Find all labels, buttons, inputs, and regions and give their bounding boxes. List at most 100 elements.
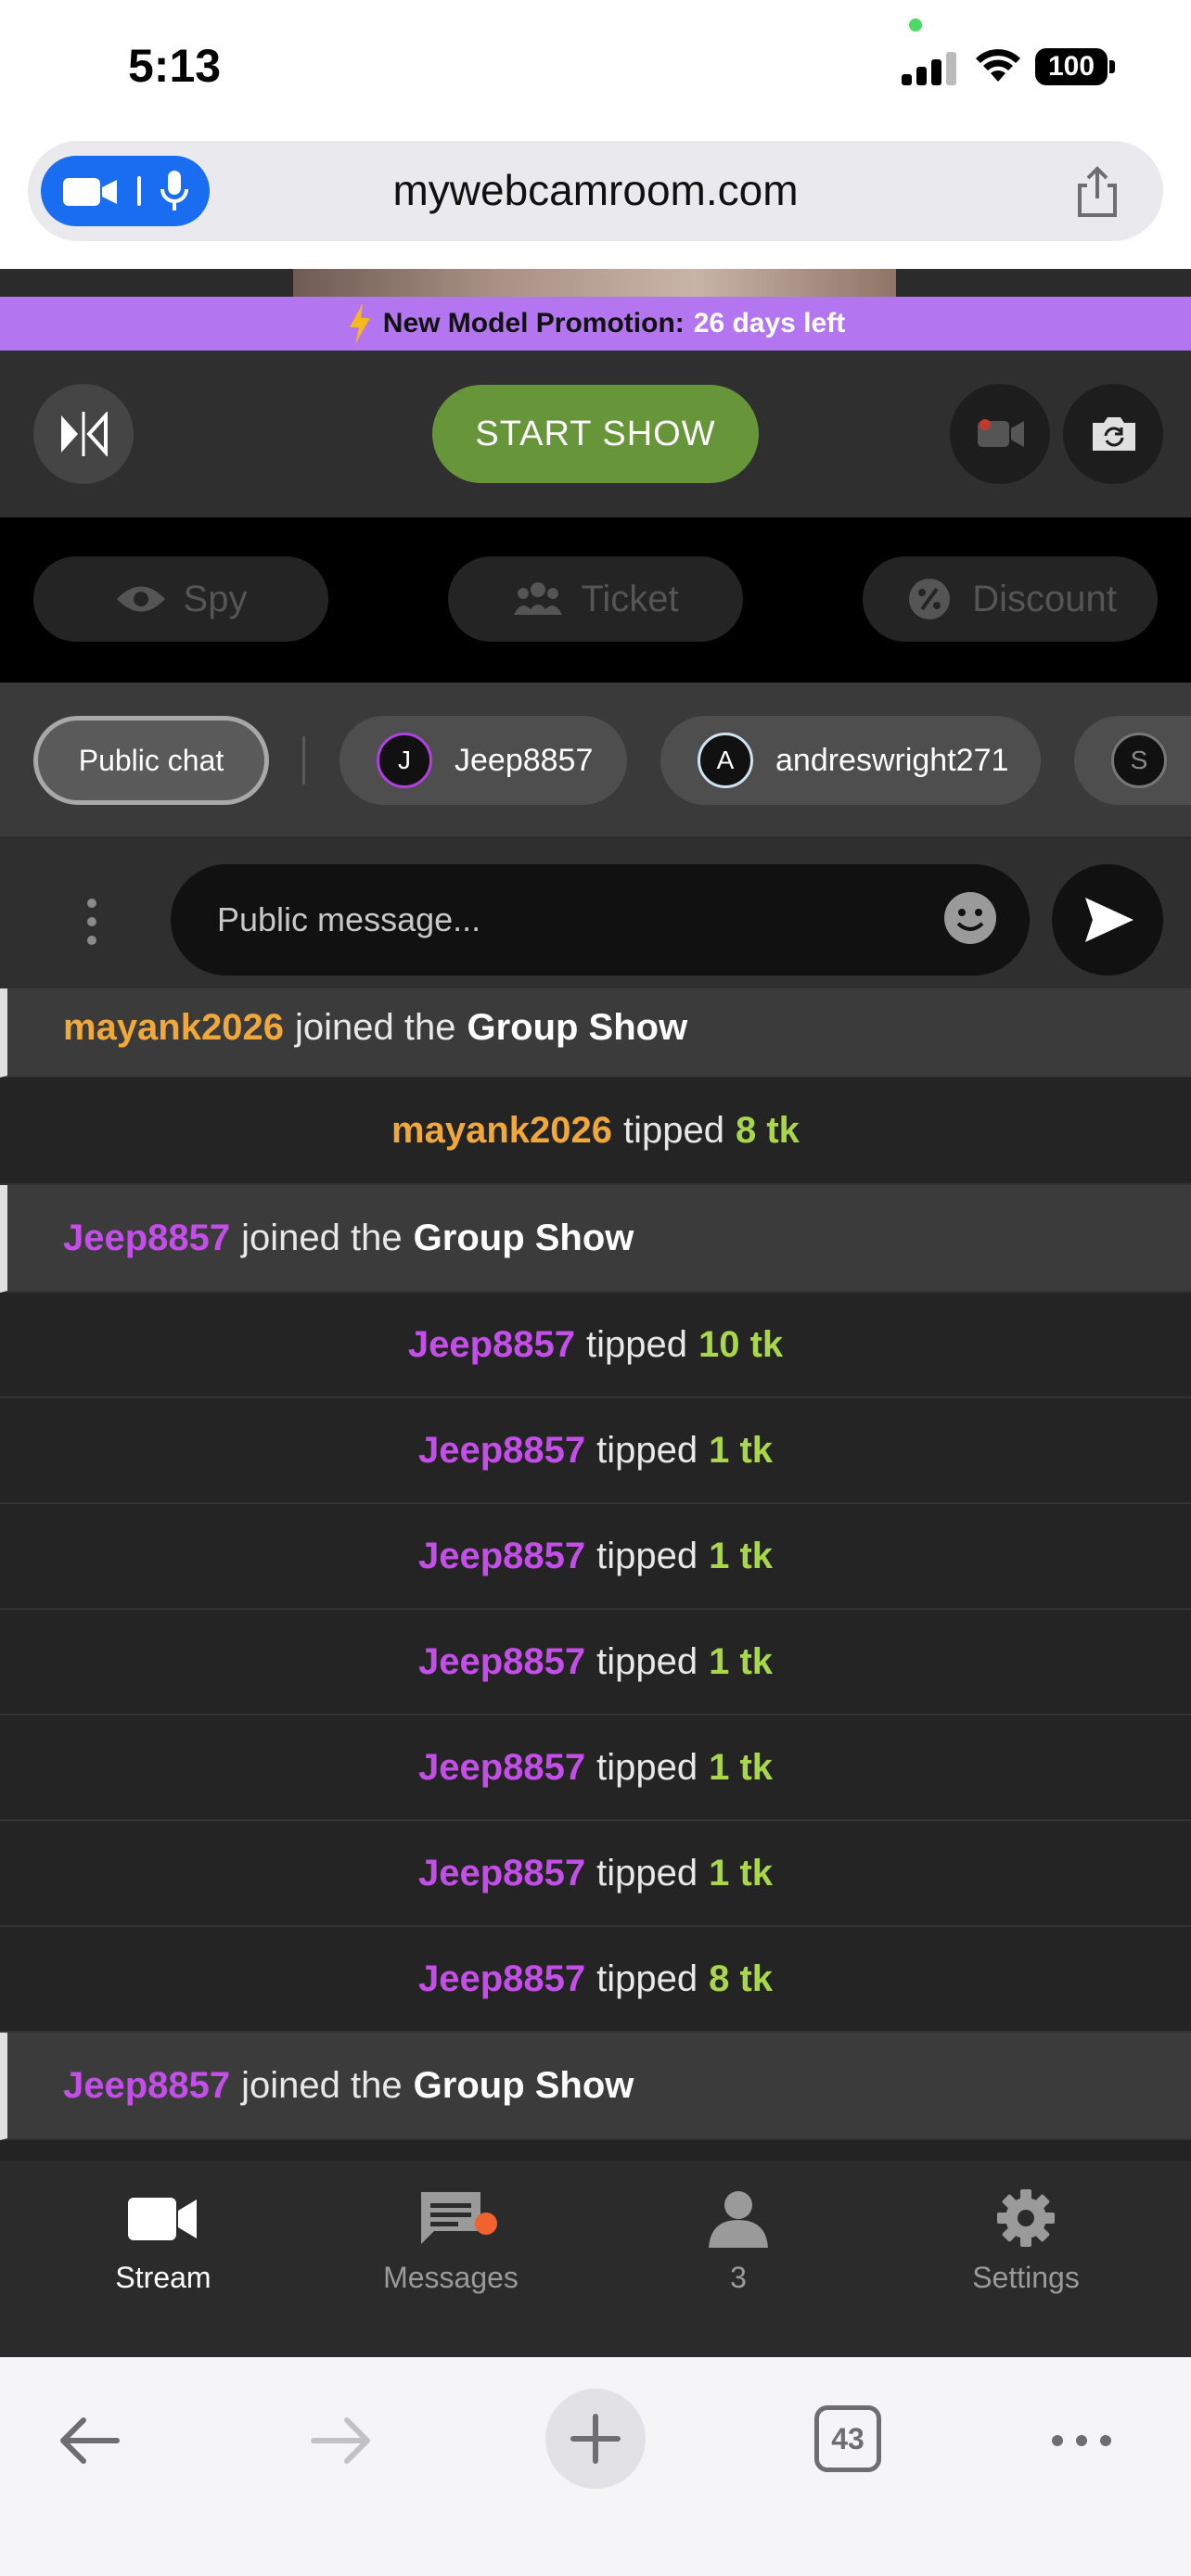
broadcast-controls: START SHOW — [0, 351, 1191, 517]
camera-in-use-indicator — [909, 19, 922, 32]
message-action: tipped — [596, 1535, 698, 1576]
tip-amount: 10 tk — [698, 1323, 784, 1365]
new-tab-button[interactable] — [545, 2389, 646, 2489]
video-camera-off-icon — [978, 419, 1024, 447]
discount-label: Discount — [972, 578, 1117, 619]
message-username[interactable]: Jeep8857 — [418, 1747, 585, 1789]
plus-icon — [570, 2414, 621, 2464]
message-username[interactable]: mayank2026 — [391, 1110, 612, 1152]
message-username[interactable]: Jeep8857 — [418, 1641, 585, 1683]
tip-message: Jeep8857 tipped 1 tk — [0, 1504, 1191, 1610]
message-action: tipped — [596, 1746, 698, 1788]
nav-settings-label: Settings — [972, 2261, 1080, 2294]
nav-settings[interactable]: Settings — [887, 2188, 1165, 2327]
message-action: joined the — [241, 1217, 403, 1258]
message-username[interactable]: Jeep8857 — [418, 1853, 585, 1894]
avatar: S — [1111, 733, 1167, 788]
message-username[interactable]: Jeep8857 — [418, 1430, 585, 1472]
mirror-button[interactable] — [33, 384, 134, 484]
avatar: A — [698, 733, 753, 788]
tip-message: Jeep8857 tipped 10 tk — [0, 1293, 1191, 1398]
promo-label: New Model Promotion: — [382, 308, 685, 338]
forward-icon[interactable] — [304, 2404, 378, 2478]
promo-days-left: 26 days left — [693, 308, 846, 338]
message-action: tipped — [596, 1640, 698, 1682]
tip-amount: 1 tk — [709, 1429, 774, 1471]
spy-label: Spy — [183, 578, 248, 619]
status-bar: 5:13 100 — [0, 0, 1191, 130]
join-message: Jeep8857 joined the Group Show — [0, 2033, 1191, 2140]
nav-viewers[interactable]: 3 — [599, 2188, 877, 2327]
eye-icon — [116, 586, 165, 612]
address-bar[interactable]: mywebcamroom.com — [28, 141, 1163, 241]
message-username[interactable]: Jeep8857 — [418, 1536, 585, 1577]
nav-viewers-count: 3 — [730, 2261, 747, 2294]
send-icon — [1085, 898, 1133, 942]
message-username[interactable]: Jeep8857 — [63, 1218, 230, 1259]
emoji-icon[interactable] — [942, 890, 998, 946]
status-time: 5:13 — [128, 40, 222, 92]
tip-message: Jeep8857 tipped 1 tk — [0, 1398, 1191, 1504]
message-target: Group Show — [413, 1217, 634, 1258]
discount-mode-button[interactable]: Discount — [863, 556, 1158, 642]
switch-camera-button[interactable] — [1063, 384, 1163, 484]
show-mode-row: Spy Ticket Discount — [0, 517, 1191, 682]
spy-mode-button[interactable]: Spy — [33, 556, 328, 642]
cellular-signal-icon — [902, 48, 959, 85]
message-action: tipped — [596, 1429, 698, 1471]
message-username[interactable]: Jeep8857 — [408, 1324, 575, 1366]
video-camera-icon — [128, 2198, 197, 2240]
message-username[interactable]: mayank2026 — [63, 1007, 284, 1049]
wifi-icon — [976, 49, 1020, 82]
message-username[interactable]: Jeep8857 — [63, 2065, 230, 2107]
nav-stream-label: Stream — [115, 2261, 211, 2294]
message-action: joined the — [294, 1006, 456, 1048]
battery-level: 100 — [1035, 48, 1108, 85]
nav-messages[interactable]: Messages — [312, 2188, 590, 2327]
more-horizontal-icon[interactable] — [1044, 2404, 1119, 2478]
share-icon[interactable] — [1072, 165, 1122, 219]
ticket-label: Ticket — [581, 578, 679, 619]
join-message: mayank2026 joined the Group Show — [0, 988, 1191, 1078]
tab-divider — [302, 736, 305, 784]
start-show-button[interactable]: START SHOW — [432, 385, 759, 483]
tab-user-name: Jeep8857 — [455, 742, 594, 778]
message-action: tipped — [586, 1323, 687, 1365]
tab-user-jeep8857[interactable]: J Jeep8857 — [339, 716, 627, 805]
more-vertical-icon[interactable] — [82, 896, 102, 948]
message-username[interactable]: Jeep8857 — [418, 1958, 585, 2000]
message-target: Group Show — [467, 1006, 688, 1048]
ticket-mode-button[interactable]: Ticket — [448, 556, 743, 642]
tip-amount: 8 tk — [709, 1958, 774, 1999]
public-message-input[interactable] — [171, 864, 1030, 976]
message-target: Group Show — [413, 2064, 634, 2106]
nav-stream[interactable]: Stream — [24, 2188, 302, 2327]
promo-banner: New Model Promotion: 26 days left — [0, 297, 1191, 351]
users-icon — [514, 582, 563, 615]
back-icon[interactable] — [52, 2404, 126, 2478]
send-button[interactable] — [1052, 864, 1163, 976]
tip-amount: 8 tk — [736, 1109, 800, 1151]
tip-amount: 1 tk — [709, 1535, 774, 1576]
tab-user-andreswright271[interactable]: A andreswright271 — [660, 716, 1041, 805]
battery-icon: 100 — [1035, 48, 1115, 85]
tabs-button[interactable]: 43 — [814, 2405, 881, 2472]
message-action: joined the — [241, 2064, 403, 2106]
join-message: Jeep8857 joined the Group Show — [0, 1185, 1191, 1293]
unread-badge — [475, 2213, 497, 2235]
tab-user-name: andreswright271 — [775, 742, 1009, 778]
avatar: J — [377, 733, 432, 788]
url-text[interactable]: mywebcamroom.com — [28, 165, 1163, 215]
browser-toolbar: 43 — [0, 2357, 1191, 2576]
tab-user-partial[interactable]: S — [1074, 716, 1191, 805]
tip-message: mayank2026 tipped 8 tk — [0, 1078, 1191, 1185]
tip-message: Jeep8857 tipped 1 tk — [0, 1715, 1191, 1821]
percent-badge-icon — [909, 579, 951, 619]
gear-icon — [997, 2189, 1055, 2247]
video-preview[interactable] — [0, 269, 1191, 297]
tab-public-chat[interactable]: Public chat — [33, 716, 269, 805]
chat-feed[interactable]: mayank2026 joined the Group Show mayank2026… — [0, 988, 1191, 2161]
camera-toggle-button[interactable] — [950, 384, 1050, 484]
message-action: tipped — [596, 1852, 698, 1894]
tip-amount: 1 tk — [709, 1640, 774, 1682]
